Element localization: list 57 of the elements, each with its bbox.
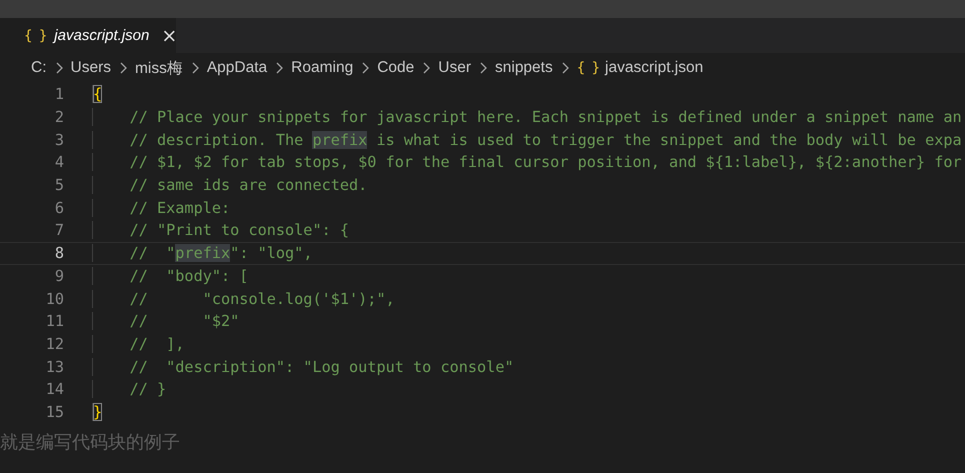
breadcrumb-item[interactable]: Users — [70, 59, 111, 77]
breadcrumb-item[interactable]: User — [438, 59, 471, 77]
line-number: 1 — [54, 85, 64, 104]
code-comment: // $1, $2 for tab stops, $0 for the final cursor position, and ${1:label}, ${2:another} for — [128, 153, 962, 172]
chevron-icon — [118, 62, 127, 74]
line-number: 14 — [44, 380, 64, 398]
line-number: 5 — [54, 176, 64, 194]
chevron-icon — [190, 62, 199, 74]
code-comment: ": "log", — [230, 244, 312, 262]
code-comment: // "description": "Log output to console" — [128, 358, 514, 376]
chevron-icon — [54, 62, 62, 74]
breadcrumb-item[interactable]: C: — [31, 59, 46, 77]
chevron-icon — [422, 62, 430, 74]
code-comment: // " — [128, 244, 176, 262]
code-comment: // "Print to console": { — [128, 221, 350, 240]
chevron-icon — [275, 62, 284, 74]
line-number: 11 — [44, 312, 64, 330]
line-number: 4 — [54, 153, 64, 172]
line-number: 12 — [44, 334, 64, 353]
line-number: 3 — [54, 130, 64, 149]
breadcrumb-item[interactable]: Roaming — [291, 59, 354, 77]
code-comment: is what is used to trigger the snippet and the body will be expa — [375, 130, 962, 149]
editor-tab[interactable]: { } javascript.json × — [0, 18, 176, 53]
code-comment: // "body": [ — [128, 266, 248, 285]
code-comment: // "$2" — [128, 312, 240, 330]
chevron-icon — [361, 62, 370, 74]
json-file-icon: { } — [24, 28, 46, 44]
breadcrumb-item[interactable]: snippets — [495, 59, 553, 77]
line-number: 2 — [54, 108, 64, 126]
chevron-icon — [479, 62, 487, 74]
code-comment: // "console.log('$1');", — [128, 290, 395, 308]
json-file-icon: { } — [576, 60, 600, 76]
breadcrumb-item[interactable]: miss梅 — [134, 58, 183, 78]
line-number: 10 — [44, 290, 64, 308]
breadcrumb-item[interactable]: AppData — [206, 59, 268, 77]
close-icon[interactable]: × — [161, 24, 178, 46]
chevron-icon — [560, 62, 569, 74]
code-comment: // Example: — [128, 198, 230, 217]
line-number: 13 — [44, 358, 64, 376]
highlighted-word: prefix — [312, 130, 368, 149]
bracket: } — [93, 402, 102, 421]
caption-text: 就是编写代码块的例子 — [0, 432, 180, 453]
code-comment: // description. The — [128, 130, 304, 149]
line-number: 15 — [44, 402, 64, 421]
breadcrumb-item[interactable]: Code — [377, 59, 414, 77]
code-comment: // same ids are connected. — [128, 176, 368, 194]
line-number: 7 — [54, 221, 64, 240]
line-number: 6 — [54, 198, 64, 217]
line-number: 9 — [54, 266, 64, 285]
highlighted-word: prefix — [175, 244, 230, 262]
line-number: 8 — [54, 244, 64, 262]
breadcrumb-item[interactable]: javascript.json — [605, 59, 704, 77]
bracket: { — [93, 85, 102, 104]
tab-title: javascript.json — [54, 27, 150, 44]
code-comment: // ], — [128, 334, 184, 353]
code-comment: // } — [128, 380, 166, 398]
code-comment: // Place your snippets for javascript here. Each snippet is defined under a snippet name an — [128, 108, 962, 126]
